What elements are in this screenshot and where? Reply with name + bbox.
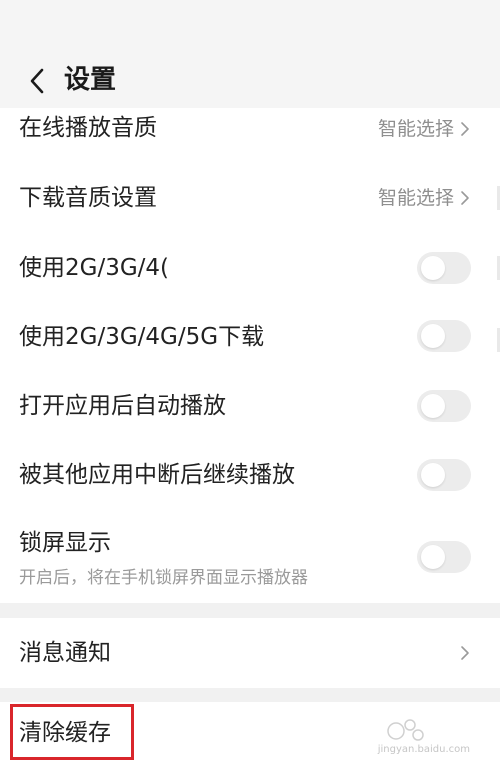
lock-screen-description: 开启后，将在手机锁屏界面显示播放器 bbox=[19, 568, 308, 588]
watermark-text: jingyan.baidu.com bbox=[377, 744, 470, 755]
back-button[interactable] bbox=[26, 66, 48, 96]
playback-quality-label: 在线播放音质 bbox=[19, 115, 157, 141]
auto-play-label: 打开应用后自动播放 bbox=[19, 393, 226, 419]
toggle-knob bbox=[421, 545, 445, 569]
auto-play-row: 打开应用后自动播放 bbox=[0, 390, 500, 430]
chevron-right-icon bbox=[461, 122, 469, 136]
download-quality-label: 下载音质设置 bbox=[19, 185, 157, 211]
lock-screen-toggle[interactable] bbox=[417, 541, 471, 573]
resume-toggle[interactable] bbox=[417, 459, 471, 491]
notifications-label: 消息通知 bbox=[19, 640, 111, 666]
playback-quality-row[interactable]: 在线播放音质 智能选择 bbox=[0, 110, 500, 150]
resume-row: 被其他应用中断后继续播放 bbox=[0, 458, 500, 498]
highlight-box bbox=[10, 704, 134, 760]
lock-screen-row: 锁屏显示 开启后，将在手机锁屏界面显示播放器 bbox=[0, 524, 500, 594]
mobile-play-label: 使用2G/3G/4( bbox=[19, 255, 170, 281]
page-title: 设置 bbox=[64, 65, 117, 95]
toggle-knob bbox=[421, 324, 445, 348]
section-divider bbox=[0, 603, 500, 618]
chevron-right-icon bbox=[461, 191, 469, 205]
lock-screen-label: 锁屏显示 bbox=[19, 530, 111, 556]
mobile-download-label: 使用2G/3G/4G/5G下载 bbox=[19, 324, 265, 350]
toggle-knob bbox=[421, 256, 445, 280]
top-bar: 设置 bbox=[0, 0, 500, 108]
chevron-right-icon bbox=[461, 646, 469, 660]
notifications-row[interactable]: 消息通知 bbox=[0, 636, 500, 672]
chevron-left-icon bbox=[30, 68, 44, 94]
download-quality-value: 智能选择 bbox=[377, 187, 454, 209]
mobile-play-toggle[interactable] bbox=[417, 252, 471, 284]
toggle-knob bbox=[421, 394, 445, 418]
section-divider bbox=[0, 688, 500, 702]
download-quality-row[interactable]: 下载音质设置 智能选择 bbox=[0, 180, 500, 220]
playback-quality-value: 智能选择 bbox=[377, 118, 454, 140]
mobile-play-row: 使用2G/3G/4( bbox=[0, 250, 500, 290]
mobile-download-toggle[interactable] bbox=[417, 320, 471, 352]
mobile-download-row: 使用2G/3G/4G/5G下载 bbox=[0, 320, 500, 360]
toggle-knob bbox=[421, 463, 445, 487]
resume-label: 被其他应用中断后继续播放 bbox=[19, 462, 295, 488]
auto-play-toggle[interactable] bbox=[417, 390, 471, 422]
